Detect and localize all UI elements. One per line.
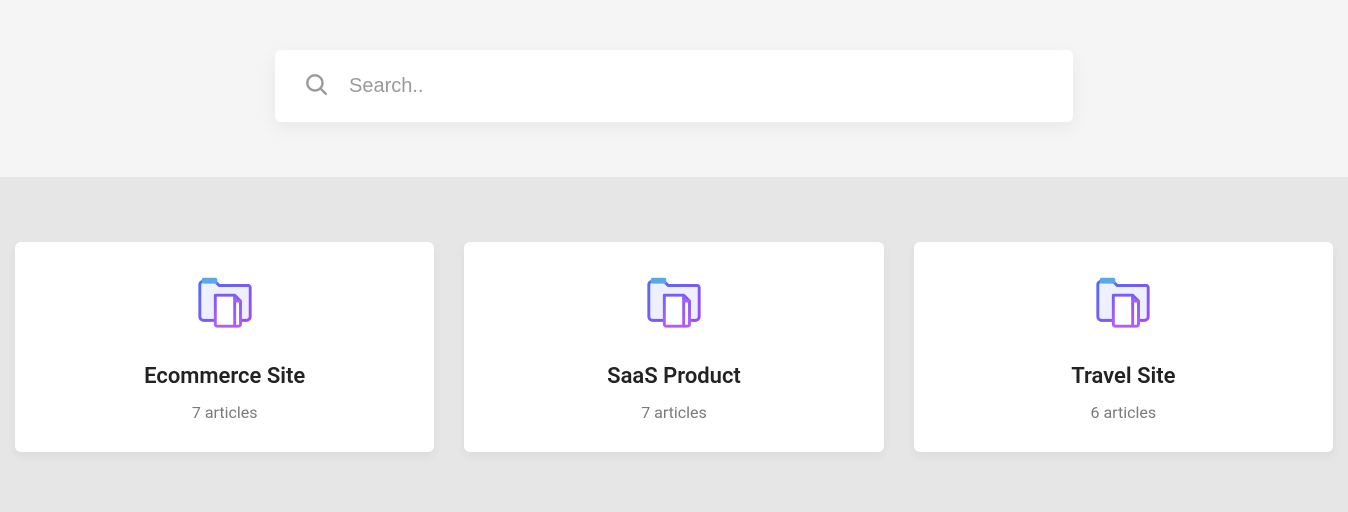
category-card-saas[interactable]: SaaS Product 7 articles — [464, 242, 883, 452]
category-title: Ecommerce Site — [144, 364, 305, 389]
category-article-count: 6 articles — [1091, 403, 1157, 422]
hero-search-area — [0, 0, 1348, 177]
search-input[interactable] — [349, 75, 1045, 98]
category-article-count: 7 articles — [192, 403, 258, 422]
category-card-ecommerce[interactable]: Ecommerce Site 7 articles — [15, 242, 434, 452]
category-card-travel[interactable]: Travel Site 6 articles — [914, 242, 1333, 452]
folder-document-icon — [1092, 270, 1154, 336]
category-article-count: 7 articles — [641, 403, 707, 422]
categories-section: Ecommerce Site 7 articles SaaS Product 7… — [0, 177, 1348, 512]
search-box[interactable] — [275, 50, 1073, 122]
folder-document-icon — [643, 270, 705, 336]
category-title: SaaS Product — [607, 364, 741, 389]
search-icon — [303, 71, 329, 101]
category-title: Travel Site — [1071, 364, 1175, 389]
folder-document-icon — [194, 270, 256, 336]
categories-row: Ecommerce Site 7 articles SaaS Product 7… — [15, 242, 1333, 452]
